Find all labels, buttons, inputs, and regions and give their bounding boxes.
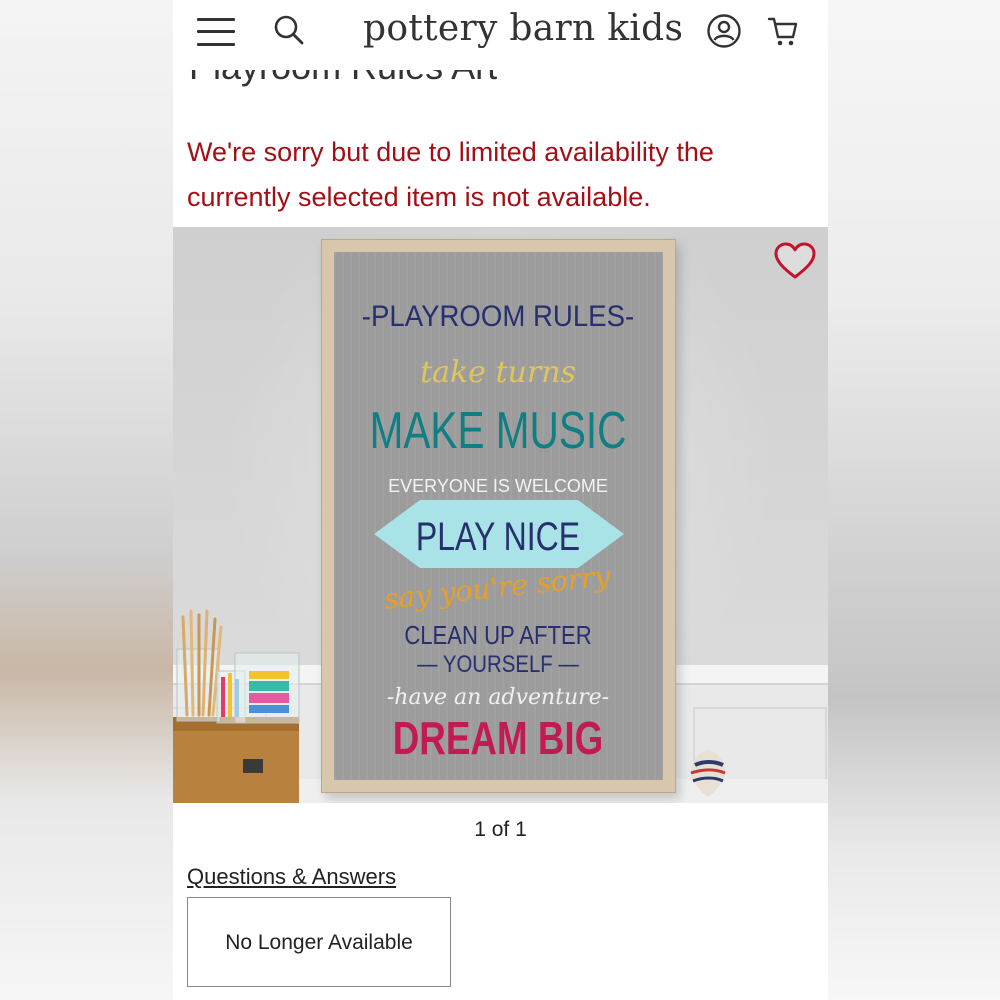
image-counter: 1 of 1 [474,818,527,841]
search-icon[interactable] [271,12,307,48]
questions-answers-link[interactable]: Questions & Answers [187,864,396,890]
availability-status-label: No Longer Available [225,931,413,954]
brand-logo[interactable]: pottery barn kids [363,8,683,49]
cart-icon[interactable] [765,13,801,49]
availability-notice: We're sorry but due to limited availabil… [187,137,714,212]
sign-line-make-music: MAKE MUSIC [370,401,627,459]
sign-line-everyone-welcome: EVERYONE IS WELCOME [388,476,608,496]
sign-line-take-turns: take turns [420,355,576,390]
sign-artwork: -PLAYROOM RULES- take turns MAKE MUSIC E… [362,300,634,764]
site-header: pottery barn kids [173,0,828,70]
sign-board: -PLAYROOM RULES- take turns MAKE MUSIC E… [334,252,663,780]
backdrop-right [827,0,1000,1000]
spinning-top [690,749,726,797]
sign-frame: -PLAYROOM RULES- take turns MAKE MUSIC E… [321,239,676,793]
sign-line-yourself: — YOURSELF — [417,650,579,677]
product-title: Playroom Rules Art [189,70,497,88]
account-icon[interactable] [706,13,742,49]
product-image[interactable]: -PLAYROOM RULES- take turns MAKE MUSIC E… [173,227,828,803]
backdrop-left [0,0,173,1000]
heart-icon[interactable] [773,241,817,281]
product-title-clip: Playroom Rules Art [173,70,828,100]
mobile-page: pottery barn kids Playroom Rules Art We'… [173,0,828,1000]
sign-heading: -PLAYROOM RULES- [362,300,634,333]
menu-icon[interactable] [197,16,235,48]
sign-line-play-nice: PLAY NICE [416,514,580,559]
desk-props [173,609,300,803]
sign-line-adventure: -have an adventure- [387,685,609,710]
sign-line-dream-big: DREAM BIG [393,712,604,764]
availability-status-button[interactable]: No Longer Available [187,897,451,987]
sign-line-clean-up: CLEAN UP AFTER [404,621,591,650]
